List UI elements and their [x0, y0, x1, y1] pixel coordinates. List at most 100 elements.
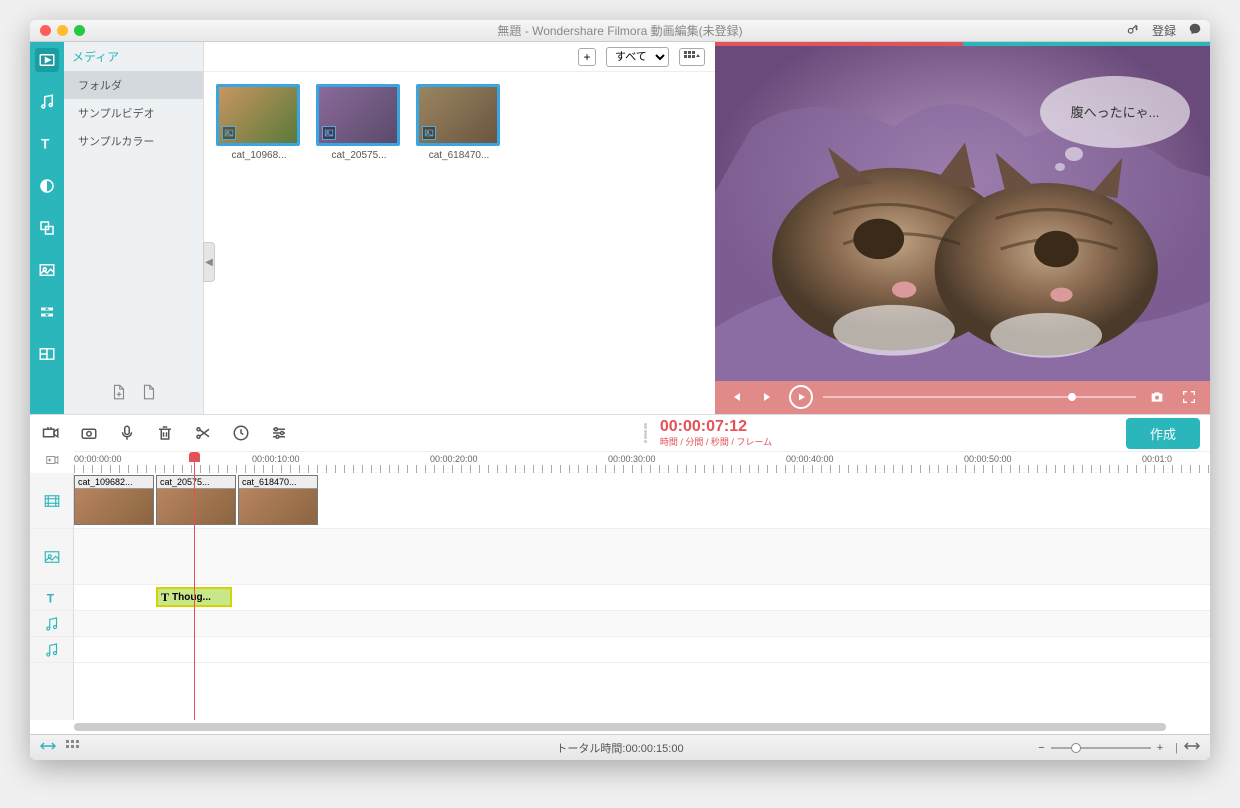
timecode-sub: 時間 / 分間 / 秒間 / フレーム — [660, 435, 772, 448]
text-track-icon[interactable]: T — [30, 585, 73, 611]
progress-bar[interactable] — [823, 396, 1136, 398]
collapse-handle-icon[interactable]: ◀ — [203, 242, 215, 282]
delete-icon[interactable] — [154, 422, 176, 444]
playback-controls — [715, 381, 1210, 414]
timecode: 00:00:07:12 — [660, 419, 772, 435]
time-ruler[interactable]: 00:00:00:00 00:00:10:00 00:00:20:00 00:00:3… — [74, 451, 1210, 473]
next-button[interactable] — [757, 386, 779, 408]
drag-handle-icon[interactable] — [644, 423, 654, 443]
sidebar-music-icon[interactable] — [35, 90, 59, 114]
import-file-icon[interactable] — [110, 383, 128, 406]
add-media-button[interactable]: + — [578, 48, 596, 66]
sidebar-overlays-icon[interactable] — [35, 216, 59, 240]
media-item-folder[interactable]: フォルダ — [64, 71, 203, 99]
minimize-window-icon[interactable] — [57, 25, 68, 36]
media-item-sample-color[interactable]: サンプルカラー — [64, 127, 203, 155]
svg-text:T: T — [46, 591, 54, 605]
video-track-icon[interactable] — [30, 473, 73, 529]
video-clip[interactable]: cat_20575... — [156, 475, 236, 525]
ruler-tick: 00:00:20:00 — [430, 454, 478, 464]
close-window-icon[interactable] — [40, 25, 51, 36]
zoom-out-button[interactable]: − — [1038, 742, 1044, 754]
audio-track-icon[interactable] — [30, 637, 73, 663]
audio-track-icon[interactable] — [30, 611, 73, 637]
sidebar-media-icon[interactable] — [35, 48, 59, 72]
overlay-track[interactable] — [74, 529, 1210, 585]
voiceover-icon[interactable] — [116, 422, 138, 444]
sidebar-elements-icon[interactable] — [35, 258, 59, 282]
key-icon[interactable] — [1126, 22, 1140, 39]
titlebar: 無題 - Wondershare Filmora 動画編集(未登録) 登録 — [30, 20, 1210, 42]
text-track[interactable]: TThoug... — [74, 585, 1210, 611]
clip-label: cat_618470... — [239, 476, 317, 489]
timeline-scrollbar[interactable] — [74, 723, 1166, 731]
image-badge-icon — [422, 126, 436, 140]
sidebar-splitscreen-icon[interactable] — [35, 342, 59, 366]
media-item-sample-video[interactable]: サンプルビデオ — [64, 99, 203, 127]
media-thumb[interactable]: cat_10968... — [216, 84, 302, 161]
view-mode-button[interactable] — [679, 48, 705, 66]
fit-width-icon[interactable] — [1184, 741, 1200, 754]
preview-panel: 腹へったにゃ... — [715, 42, 1210, 414]
media-thumb[interactable]: cat_20575... — [316, 84, 402, 161]
camera-icon[interactable] — [78, 422, 100, 444]
speech-icon[interactable] — [1188, 22, 1202, 39]
zoom-fit-icon[interactable] — [40, 740, 56, 755]
add-track-icon[interactable] — [44, 453, 60, 472]
app-window: 無題 - Wondershare Filmora 動画編集(未登録) 登録 T … — [30, 20, 1210, 760]
ruler-tick: 00:00:40:00 — [786, 454, 834, 464]
media-tree: メディア フォルダ サンプルビデオ サンプルカラー — [64, 42, 204, 414]
thought-bubble: 腹へったにゃ... — [1040, 76, 1190, 171]
thumb-label: cat_618470... — [416, 150, 502, 161]
text-clip-label: Thoug... — [172, 592, 211, 603]
clip-label: cat_109682... — [75, 476, 153, 489]
audio-track-1[interactable] — [74, 611, 1210, 637]
split-icon[interactable] — [192, 422, 214, 444]
ruler-tick: 00:00:50:00 — [964, 454, 1012, 464]
bubble-text: 腹へったにゃ... — [1071, 102, 1160, 121]
thumb-label: cat_20575... — [316, 150, 402, 161]
video-clip[interactable]: cat_618470... — [238, 475, 318, 525]
speed-icon[interactable] — [230, 422, 252, 444]
svg-text:T: T — [41, 137, 50, 152]
export-button[interactable]: 作成 — [1126, 418, 1200, 449]
statusbar: トータル時間:00:00:15:00 − + | — [30, 734, 1210, 760]
settings-icon[interactable] — [268, 422, 290, 444]
sidebar-text-icon[interactable]: T — [35, 132, 59, 156]
playhead[interactable] — [194, 452, 195, 473]
media-library: + すべて cat_10968... cat_20575... — [204, 42, 715, 414]
total-time-value: 00:00:15:00 — [625, 743, 683, 755]
timeline: 00:00:07:12 時間 / 分間 / 秒間 / フレーム 作成 00:00… — [30, 414, 1210, 734]
grid-view-icon[interactable] — [66, 740, 80, 755]
window-title: 無題 - Wondershare Filmora 動画編集(未登録) — [30, 22, 1210, 39]
zoom-in-button[interactable]: + — [1157, 742, 1163, 754]
prev-button[interactable] — [725, 386, 747, 408]
ruler-tick: 00:00:30:00 — [608, 454, 656, 464]
ruler-tick: 00:00:10:00 — [252, 454, 300, 464]
fullscreen-icon[interactable] — [1178, 386, 1200, 408]
register-link[interactable]: 登録 — [1152, 22, 1176, 39]
video-track[interactable]: cat_109682... cat_20575... cat_618470... — [74, 473, 1210, 529]
thumb-label: cat_10968... — [216, 150, 302, 161]
overlay-track-icon[interactable] — [30, 529, 73, 585]
clip-label: cat_20575... — [157, 476, 235, 489]
import-folder-icon[interactable] — [140, 383, 158, 406]
zoom-slider[interactable] — [1051, 747, 1151, 749]
text-icon: T — [161, 590, 169, 605]
image-badge-icon — [322, 126, 336, 140]
play-button[interactable] — [789, 385, 813, 409]
ruler-tick: 00:00:00:00 — [74, 454, 122, 464]
media-header: メディア — [64, 42, 203, 71]
preview-viewport[interactable]: 腹へったにゃ... — [715, 46, 1210, 381]
filter-dropdown[interactable]: すべて — [606, 47, 669, 67]
snapshot-icon[interactable] — [1146, 386, 1168, 408]
total-time-label: トータル時間: — [556, 743, 625, 755]
maximize-window-icon[interactable] — [74, 25, 85, 36]
sidebar-filters-icon[interactable] — [35, 174, 59, 198]
video-clip[interactable]: cat_109682... — [74, 475, 154, 525]
media-thumb[interactable]: cat_618470... — [416, 84, 502, 161]
sidebar-transitions-icon[interactable] — [35, 300, 59, 324]
record-video-icon[interactable] — [40, 422, 62, 444]
ruler-tick: 00:01:0 — [1142, 454, 1172, 464]
audio-track-2[interactable] — [74, 637, 1210, 663]
